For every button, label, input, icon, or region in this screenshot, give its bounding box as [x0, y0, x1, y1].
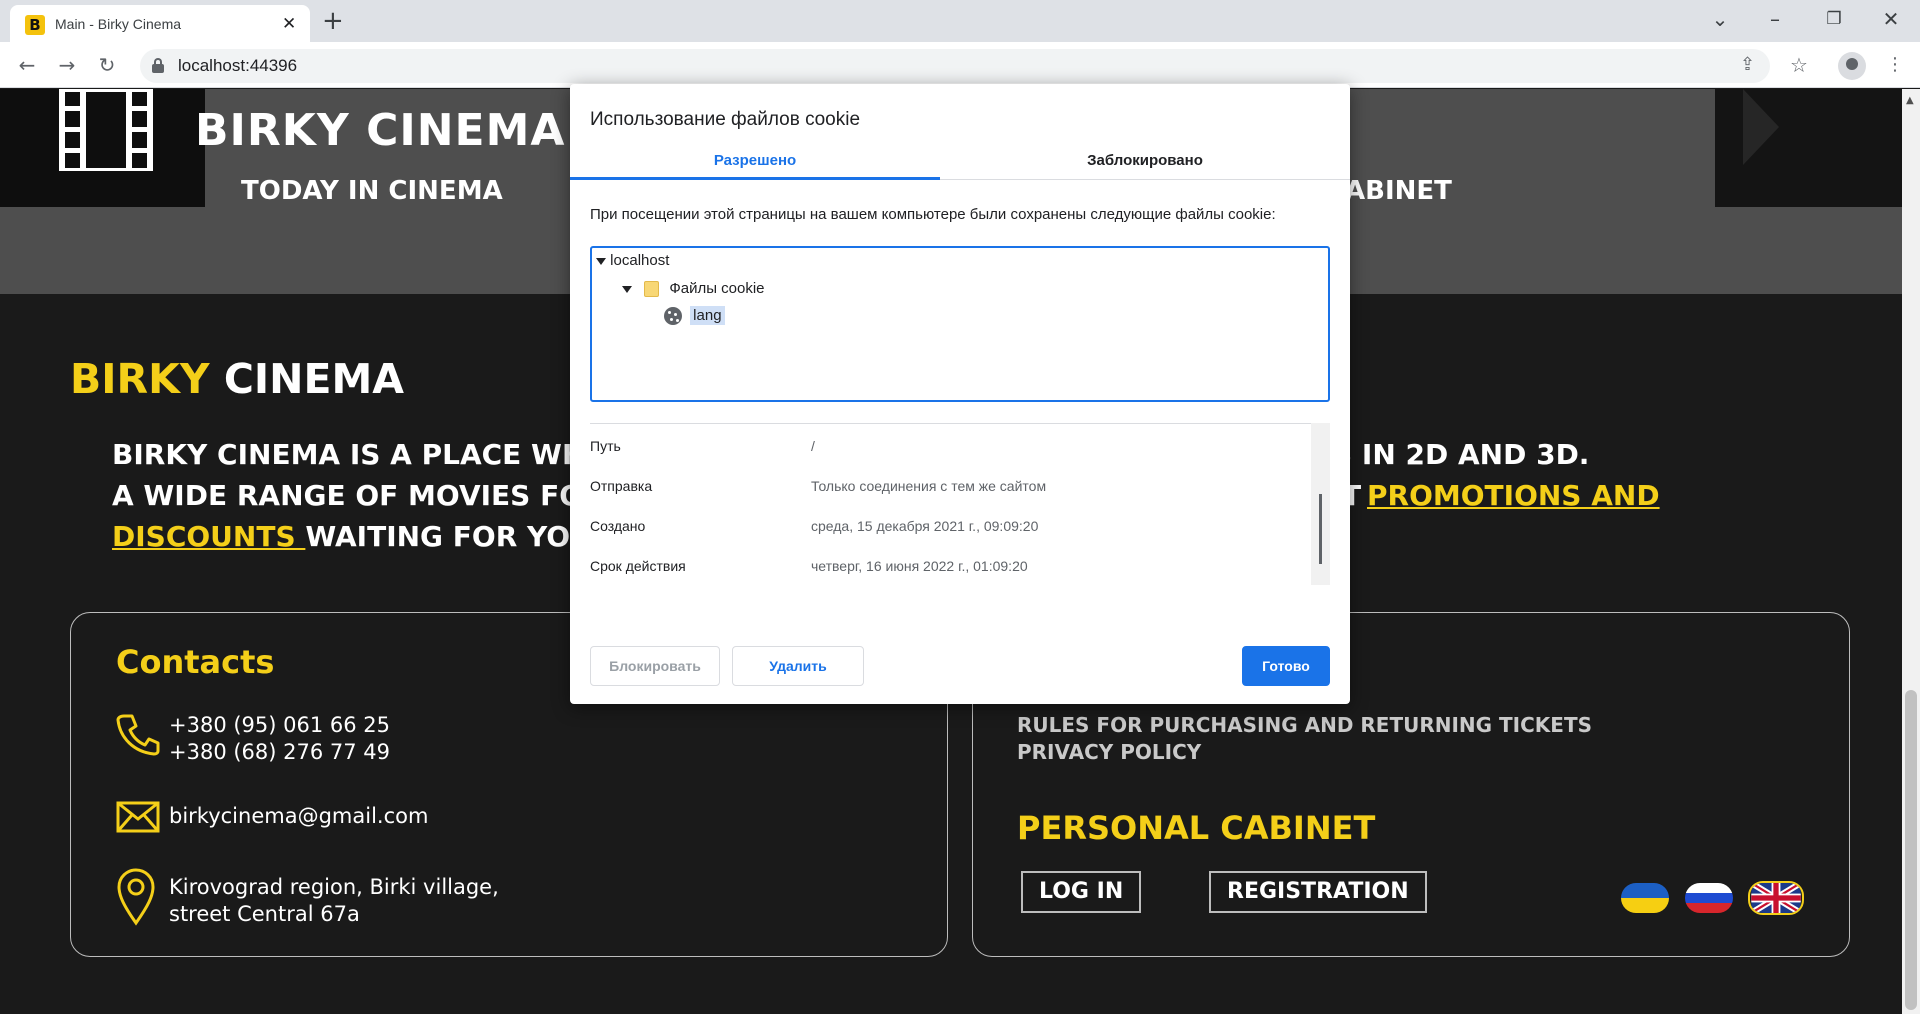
browser-tab-bar: B Main - Birky Cinema ✕ + ⌄ – ❐ ✕	[0, 0, 1920, 42]
address-line-2: street Central 67a	[169, 902, 360, 926]
login-button[interactable]: LOG IN	[1021, 871, 1142, 913]
new-tab-plus-icon[interactable]: +	[322, 8, 344, 34]
nav-personal-cabinet[interactable]: ABINET	[1345, 176, 1452, 206]
detail-label: Создано	[590, 518, 646, 534]
personal-cabinet-title: PERSONAL CABINET	[1017, 809, 1376, 847]
share-icon[interactable]: ⇪	[1740, 50, 1755, 80]
mail-icon	[116, 801, 160, 833]
detail-label: Отправка	[590, 478, 653, 494]
email-row: birkycinema@gmail.com	[116, 801, 536, 835]
scroll-up-arrow-icon[interactable]: ▲	[1906, 95, 1914, 106]
about-title-accent: BIRKY	[70, 355, 210, 403]
tree-node-host[interactable]: localhost	[596, 251, 669, 271]
tab-search-chevron-icon[interactable]: ⌄	[1700, 6, 1740, 32]
cookie-details: Путь / Отправка Только соединения с тем …	[590, 423, 1330, 585]
email-address[interactable]: birkycinema@gmail.com	[169, 803, 428, 830]
cookie-tree[interactable]: localhost Файлы cookie lang	[590, 246, 1330, 402]
site-title[interactable]: BIRKY CINEMA	[195, 105, 565, 156]
browser-toolbar: ← → ↻ localhost:44396 ⇪ ☆ ⋮	[0, 42, 1920, 88]
bookmark-star-icon[interactable]: ☆	[1790, 50, 1808, 80]
kebab-menu-icon[interactable]: ⋮	[1886, 50, 1904, 80]
cookie-icon	[664, 307, 682, 326]
tab-close-icon[interactable]: ✕	[282, 14, 296, 34]
address-line-1: Kirovograd region, Birki village,	[169, 875, 499, 899]
host-label: localhost	[610, 252, 670, 269]
delete-button[interactable]: Удалить	[732, 646, 864, 686]
about-line1-start: BIRKY CINEMA IS A PLACE WHER	[112, 438, 627, 471]
detail-label: Срок действия	[590, 558, 686, 574]
address-row: Kirovograd region, Birki village, street…	[116, 868, 536, 928]
expand-triangle-icon[interactable]	[596, 257, 606, 265]
lock-icon[interactable]	[152, 58, 164, 73]
nav-today-in-cinema[interactable]: TODAY IN CINEMA	[241, 176, 503, 206]
restore-icon[interactable]: ❐	[1814, 6, 1854, 32]
folder-icon	[644, 281, 660, 298]
minimize-icon[interactable]: –	[1755, 6, 1795, 32]
tree-node-cookie[interactable]: lang	[664, 306, 725, 326]
forward-arrow-icon[interactable]: →	[52, 50, 82, 80]
block-button[interactable]: Блокировать	[590, 646, 720, 686]
tree-node-folder[interactable]: Файлы cookie	[622, 279, 765, 299]
flag-uk-icon[interactable]	[1748, 881, 1804, 915]
browser-tab[interactable]: B Main - Birky Cinema ✕	[10, 5, 310, 42]
detail-value: Только соединения с тем же сайтом	[811, 478, 1047, 494]
detail-value: среда, 15 декабря 2021 г., 09:09:20	[811, 518, 1039, 534]
slider-next-arrow-icon[interactable]	[1715, 89, 1902, 207]
registration-button[interactable]: REGISTRATION	[1209, 871, 1427, 913]
details-scrollbar-thumb[interactable]	[1319, 494, 1322, 564]
expand-triangle-icon[interactable]	[622, 285, 632, 293]
privacy-policy-link[interactable]: PRIVACY POLICY	[1017, 740, 1201, 764]
folder-label: Файлы cookie	[669, 280, 765, 297]
tab-blocked[interactable]: Заблокировано	[940, 142, 1350, 180]
phone-icon	[116, 714, 160, 756]
detail-value: четверг, 16 июня 2022 г., 01:09:20	[811, 558, 1028, 574]
film-logo-icon	[59, 89, 153, 171]
dialog-description: При посещении этой страницы на вашем ком…	[590, 206, 1276, 223]
cookie-dialog: Использование файлов cookie Разрешено За…	[570, 84, 1350, 704]
contacts-title: Contacts	[116, 643, 275, 681]
site-favicon-icon: B	[25, 15, 45, 35]
detail-value: /	[811, 438, 815, 454]
promotions-link[interactable]: PROMOTIONS AND	[1367, 475, 1660, 516]
page-scrollbar-thumb[interactable]	[1905, 690, 1917, 1010]
tab-allowed[interactable]: Разрешено	[570, 142, 940, 180]
url-text[interactable]: localhost:44396	[178, 56, 297, 76]
detail-label: Путь	[590, 438, 621, 454]
about-line2-start: A WIDE RANGE OF MOVIES FOR	[112, 479, 605, 512]
phone-row: +380 (95) 061 66 25 +380 (68) 276 77 49	[116, 712, 536, 768]
about-title-rest: CINEMA	[209, 355, 405, 403]
window-close-icon[interactable]: ✕	[1871, 6, 1911, 32]
phone-2[interactable]: +380 (68) 276 77 49	[169, 739, 390, 766]
discounts-link[interactable]: DISCOUNTS	[112, 520, 305, 553]
location-pin-icon	[117, 868, 155, 926]
done-button[interactable]: Готово	[1242, 646, 1330, 686]
about-title: BIRKY CINEMA	[70, 355, 404, 403]
address-bar[interactable]: localhost:44396	[140, 49, 1770, 83]
flag-ukraine-icon[interactable]	[1621, 883, 1669, 913]
about-line1-end: S IN 2D AND 3D.	[1332, 438, 1590, 471]
dialog-title: Использование файлов cookie	[590, 109, 861, 130]
about-line3-end: WAITING FOR YOU.	[305, 520, 604, 553]
profile-avatar[interactable]	[1838, 52, 1866, 80]
back-arrow-icon[interactable]: ←	[12, 50, 42, 80]
rules-link[interactable]: RULES FOR PURCHASING AND RETURNING TICKE…	[1017, 713, 1592, 737]
tab-title: Main - Birky Cinema	[55, 16, 182, 32]
cookie-label[interactable]: lang	[690, 306, 725, 325]
flag-russia-icon[interactable]	[1685, 883, 1733, 913]
phone-1[interactable]: +380 (95) 061 66 25	[169, 712, 390, 739]
reload-icon[interactable]: ↻	[92, 50, 122, 80]
